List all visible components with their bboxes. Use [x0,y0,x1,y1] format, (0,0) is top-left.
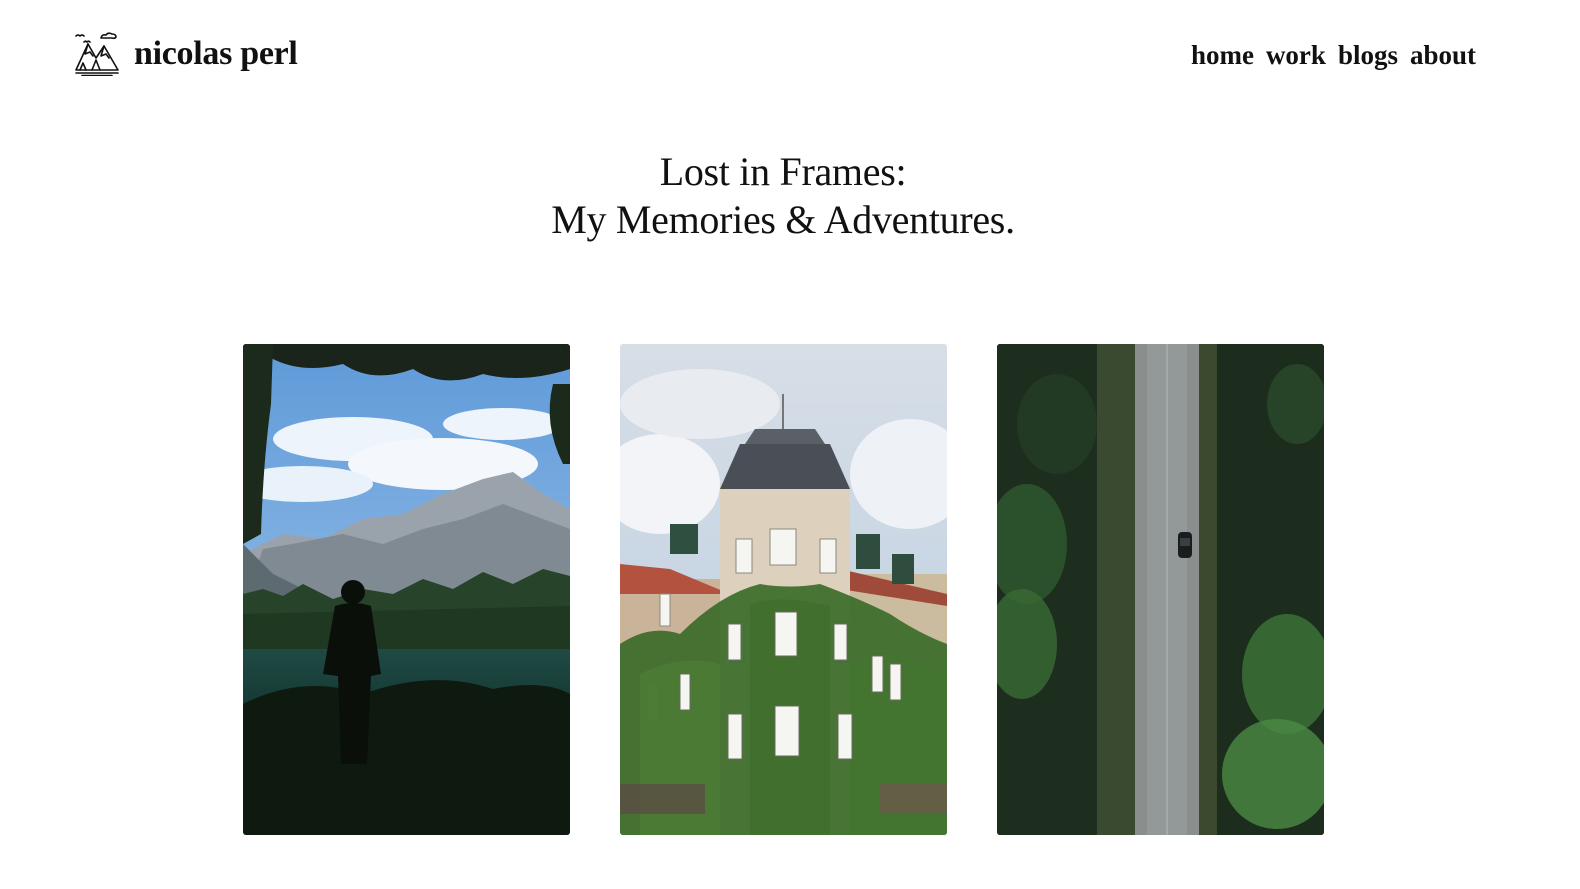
mountain-logo-icon [75,32,119,76]
nav-link-blogs[interactable]: blogs [1338,42,1398,69]
gallery-photo-ivy-building[interactable] [620,344,947,835]
main-nav: home work blogs about [1191,42,1476,69]
ivy-building-photo [620,344,947,835]
mountain-lake-photo [243,344,570,835]
hero-heading: Lost in Frames: My Memories & Adventures… [0,148,1566,244]
nav-link-home[interactable]: home [1191,42,1254,69]
gallery-photo-forest-road[interactable] [997,344,1324,835]
gallery-photo-mountain-lake[interactable] [243,344,570,835]
forest-road-photo [997,344,1324,835]
page: nicolas perl home work blogs about Lost … [0,0,1580,889]
site-name: nicolas perl [134,35,298,72]
nav-link-work[interactable]: work [1266,42,1326,69]
photo-gallery [243,344,1324,835]
hero-heading-line-1: Lost in Frames: [659,149,907,194]
nav-link-about[interactable]: about [1410,42,1476,69]
hero-heading-line-2: My Memories & Adventures. [551,197,1015,242]
site-brand-link[interactable]: nicolas perl [74,28,298,76]
